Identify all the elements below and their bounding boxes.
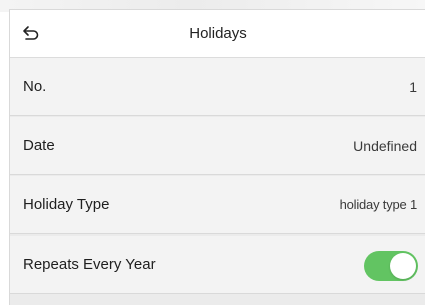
repeats-every-year-toggle[interactable] [364,251,418,281]
row-date-label: Date [23,137,55,154]
row-holiday-type[interactable]: Holiday Type holiday type 1 [10,176,425,234]
toggle-knob [390,253,416,279]
row-repeats-every-year: Repeats Every Year [10,236,425,294]
row-number[interactable]: No. 1 [10,58,425,116]
row-date[interactable]: Date Undefined [10,117,425,175]
holidays-panel: Holidays No. 1 Date Undefined Holiday Ty… [9,9,425,305]
screen: Holidays No. 1 Date Undefined Holiday Ty… [0,0,425,305]
row-holiday-type-value: holiday type 1 [339,197,418,212]
page-title: Holidays [189,25,247,42]
row-number-label: No. [23,78,47,95]
row-holiday-type-label: Holiday Type [23,196,110,213]
header-bar: Holidays [10,10,425,58]
row-repeats-label: Repeats Every Year [23,256,156,273]
row-date-value: Undefined [353,138,417,154]
row-number-value: 1 [409,79,417,95]
